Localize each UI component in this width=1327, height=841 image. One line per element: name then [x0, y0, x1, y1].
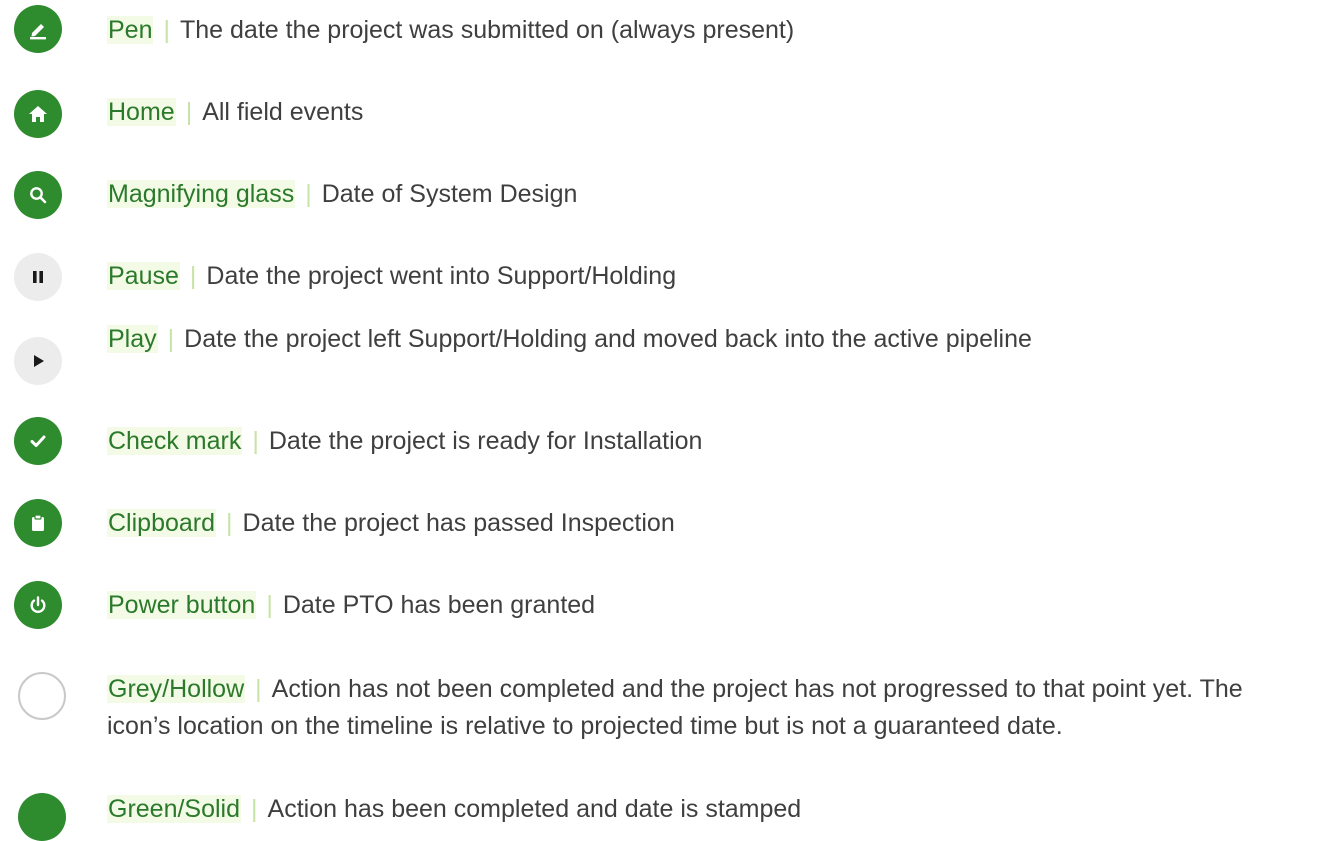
separator: |: [252, 427, 259, 455]
legend-description: Action has not been completed and the pr…: [107, 675, 1243, 740]
pen-icon: [14, 5, 62, 53]
legend-description: Date the project is ready for Installati…: [268, 427, 703, 455]
legend-term: Pen: [107, 16, 154, 44]
legend-description: Date the project left Support/Holding an…: [184, 325, 1032, 353]
legend-term: Home: [107, 98, 176, 126]
check-mark-icon: [14, 417, 62, 465]
separator: |: [266, 591, 273, 619]
separator: |: [251, 795, 258, 823]
play-icon: [14, 337, 62, 385]
legend-description: Action has been completed and date is st…: [267, 795, 802, 823]
legend-description: All field events: [202, 98, 364, 126]
pause-icon: [14, 253, 62, 301]
legend-term: Grey/Hollow: [107, 675, 246, 703]
legend-description: Date of System Design: [321, 180, 578, 208]
hollow-circle-icon: [18, 672, 66, 720]
legend-term: Pause: [107, 262, 180, 290]
separator: |: [255, 675, 262, 703]
legend-term: Green/Solid: [107, 795, 242, 823]
clipboard-icon: [14, 499, 62, 547]
separator: |: [185, 98, 193, 126]
legend-term: Play: [107, 325, 158, 353]
separator: |: [226, 509, 233, 537]
solid-circle-icon: [18, 793, 66, 841]
separator: |: [189, 262, 197, 290]
legend-term: Check mark: [107, 427, 243, 455]
legend-description: Date PTO has been granted: [282, 591, 596, 619]
legend-description: Date the project has passed Inspection: [242, 509, 675, 537]
legend-description: Date the project went into Support/Holdi…: [206, 262, 677, 290]
separator: |: [167, 325, 175, 353]
power-button-icon: [14, 581, 62, 629]
legend-term: Power button: [107, 591, 257, 619]
separator: |: [305, 180, 312, 208]
legend-term: Magnifying glass: [107, 180, 296, 208]
legend-description: The date the project was submitted on (a…: [179, 16, 795, 44]
legend-term: Clipboard: [107, 509, 217, 537]
separator: |: [163, 16, 170, 44]
home-icon: [14, 90, 62, 138]
magnifying-glass-icon: [14, 171, 62, 219]
